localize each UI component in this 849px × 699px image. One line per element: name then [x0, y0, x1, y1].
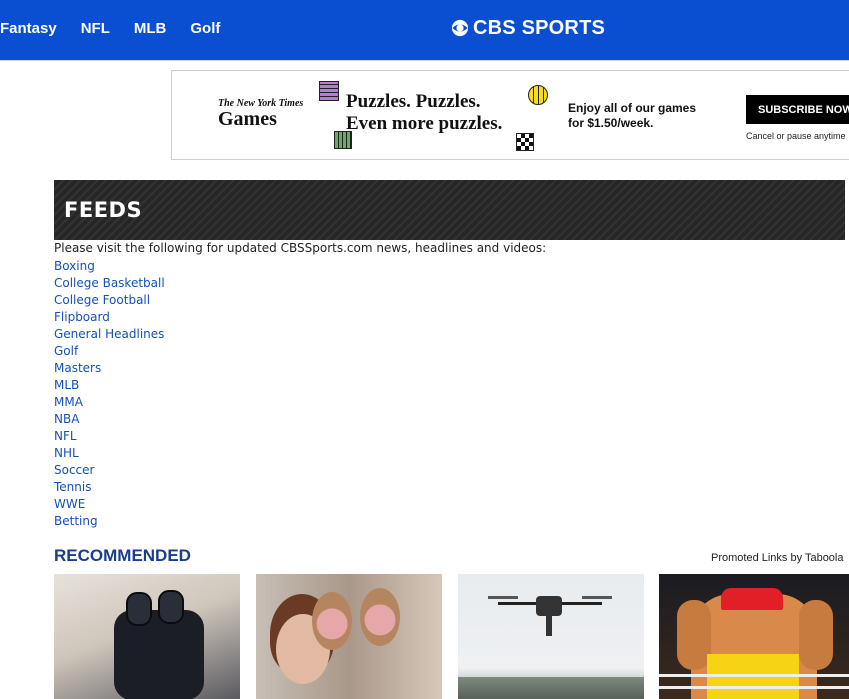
drone-propeller-image [582, 596, 612, 599]
ad-copy-line2: for $1.50/week. [568, 116, 654, 130]
drone-leg-image [546, 616, 552, 636]
ad-fine-print: Cancel or pause anytime [746, 131, 846, 141]
earbud-image [158, 590, 184, 624]
wrestler-bandana-image [721, 588, 783, 610]
connections-grid-icon [319, 81, 339, 101]
cbs-eye-icon [451, 19, 469, 37]
wrestler-arm-image [677, 600, 711, 670]
top-nav-bar: Fantasy NFL MLB Golf CBS SPORTS [0, 0, 849, 60]
feeds-title: FEEDS [64, 198, 143, 222]
spelling-bee-icon [528, 85, 548, 105]
spoon-image [312, 592, 352, 650]
spoon-image [360, 588, 400, 646]
ad-headline-line2: Even more puzzles. [346, 113, 503, 134]
recommended-thumbnail-drone[interactable] [458, 574, 644, 699]
drone-propeller-image [488, 596, 518, 599]
earbud-image [126, 592, 152, 626]
shoreline-image [458, 677, 644, 699]
feed-link-soccer[interactable]: Soccer [54, 462, 165, 479]
recommended-thumbnail-earbuds[interactable] [54, 574, 240, 699]
feed-link-flipboard[interactable]: Flipboard [54, 309, 165, 326]
recommended-title: RECOMMENDED [54, 546, 191, 565]
taboola-promoted-links[interactable]: Promoted Links by Taboola [711, 552, 844, 564]
logo-text: CBS SPORTS [473, 16, 606, 39]
feed-link-tennis[interactable]: Tennis [54, 479, 165, 496]
nav-item-fantasy[interactable]: Fantasy [0, 20, 57, 37]
primary-nav: Fantasy NFL MLB Golf [0, 0, 244, 56]
feed-link-mma[interactable]: MMA [54, 394, 165, 411]
cbs-sports-logo[interactable]: CBS SPORTS [451, 16, 605, 40]
header-divider [0, 60, 849, 61]
ad-headline-line1: Puzzles. Puzzles. [346, 91, 481, 112]
feeds-link-list: Boxing College Basketball College Footba… [54, 258, 165, 530]
earbud-case-image [114, 610, 204, 699]
wrestler-arm-image [799, 600, 833, 670]
drone-body-image [536, 596, 562, 616]
feed-link-nhl[interactable]: NHL [54, 445, 165, 462]
nav-item-nfl[interactable]: NFL [81, 20, 110, 37]
ad-copy: Enjoy all of our games for $1.50/week. [568, 101, 696, 131]
feed-link-college-basketball[interactable]: College Basketball [54, 275, 165, 292]
crossword-grid-icon [516, 133, 534, 151]
recommended-thumbnail-wrestler[interactable] [659, 574, 849, 699]
feeds-header: FEEDS [54, 180, 845, 240]
ring-rope-image [659, 686, 849, 689]
feed-link-wwe[interactable]: WWE [54, 496, 165, 513]
ad-headline: Puzzles. Puzzles. Even more puzzles. [346, 91, 502, 135]
nyt-games-logo: The New York Times Games [218, 98, 308, 131]
feed-link-masters[interactable]: Masters [54, 360, 165, 377]
feeds-intro: Please visit the following for updated C… [54, 241, 547, 255]
nav-item-golf[interactable]: Golf [190, 20, 220, 37]
feed-link-nfl[interactable]: NFL [54, 428, 165, 445]
feed-link-betting[interactable]: Betting [54, 513, 165, 530]
feed-link-mlb[interactable]: MLB [54, 377, 165, 394]
ring-rope-image [659, 674, 849, 677]
feed-link-college-football[interactable]: College Football [54, 292, 165, 309]
recommended-thumbnail-spoons[interactable] [256, 574, 442, 699]
feed-link-nba[interactable]: NBA [54, 411, 165, 428]
feed-link-golf[interactable]: Golf [54, 343, 165, 360]
ad-copy-line1: Enjoy all of our games [568, 101, 697, 115]
nyt-games-ad[interactable]: The New York Times Games Puzzles. Puzzle… [171, 70, 849, 160]
nyt-brand-bottom: Games [218, 108, 277, 130]
feed-link-general-headlines[interactable]: General Headlines [54, 326, 165, 343]
subscribe-now-button[interactable]: SUBSCRIBE NOW [746, 95, 849, 124]
feed-link-boxing[interactable]: Boxing [54, 258, 165, 275]
nav-item-mlb[interactable]: MLB [134, 20, 167, 37]
